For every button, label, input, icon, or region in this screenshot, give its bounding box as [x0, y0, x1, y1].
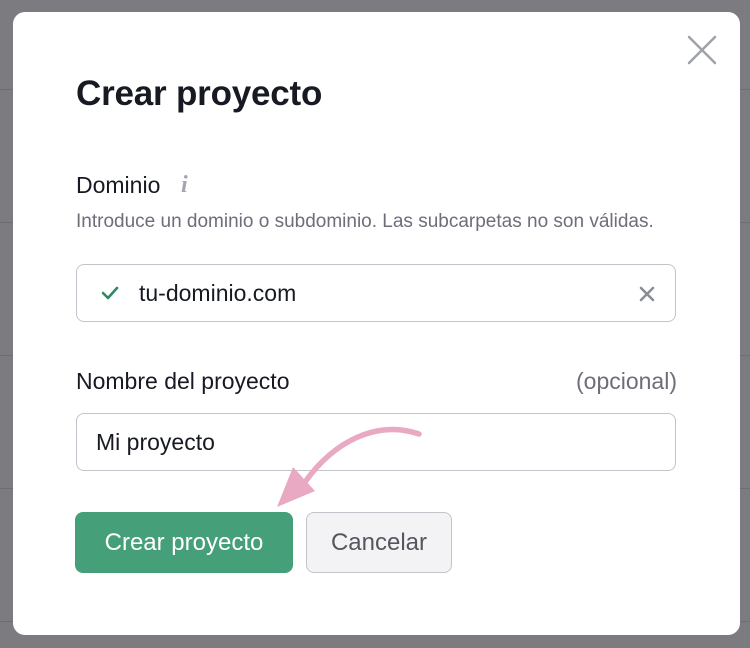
- create-project-dialog: Crear proyecto Dominio i Introduce un do…: [13, 12, 740, 635]
- domain-label: Dominio: [76, 172, 161, 198]
- close-icon: [687, 35, 717, 65]
- pointer-arrow-icon: [277, 426, 422, 507]
- clear-icon[interactable]: [638, 285, 656, 303]
- project-name-label: Nombre del proyecto: [76, 368, 290, 394]
- project-name-input-value[interactable]: Mi proyecto: [96, 429, 215, 456]
- check-icon: [101, 286, 119, 300]
- close-button[interactable]: [684, 32, 720, 68]
- cancel-button[interactable]: Cancelar: [306, 512, 452, 573]
- create-project-button[interactable]: Crear proyecto: [75, 512, 293, 573]
- domain-input-value[interactable]: tu-dominio.com: [139, 280, 296, 307]
- dialog-title: Crear proyecto: [76, 74, 323, 113]
- domain-field[interactable]: tu-dominio.com: [76, 264, 676, 322]
- optional-label: (opcional): [576, 368, 677, 394]
- domain-hint: Introduce un dominio o subdominio. Las s…: [76, 211, 654, 232]
- info-icon[interactable]: i: [181, 172, 188, 199]
